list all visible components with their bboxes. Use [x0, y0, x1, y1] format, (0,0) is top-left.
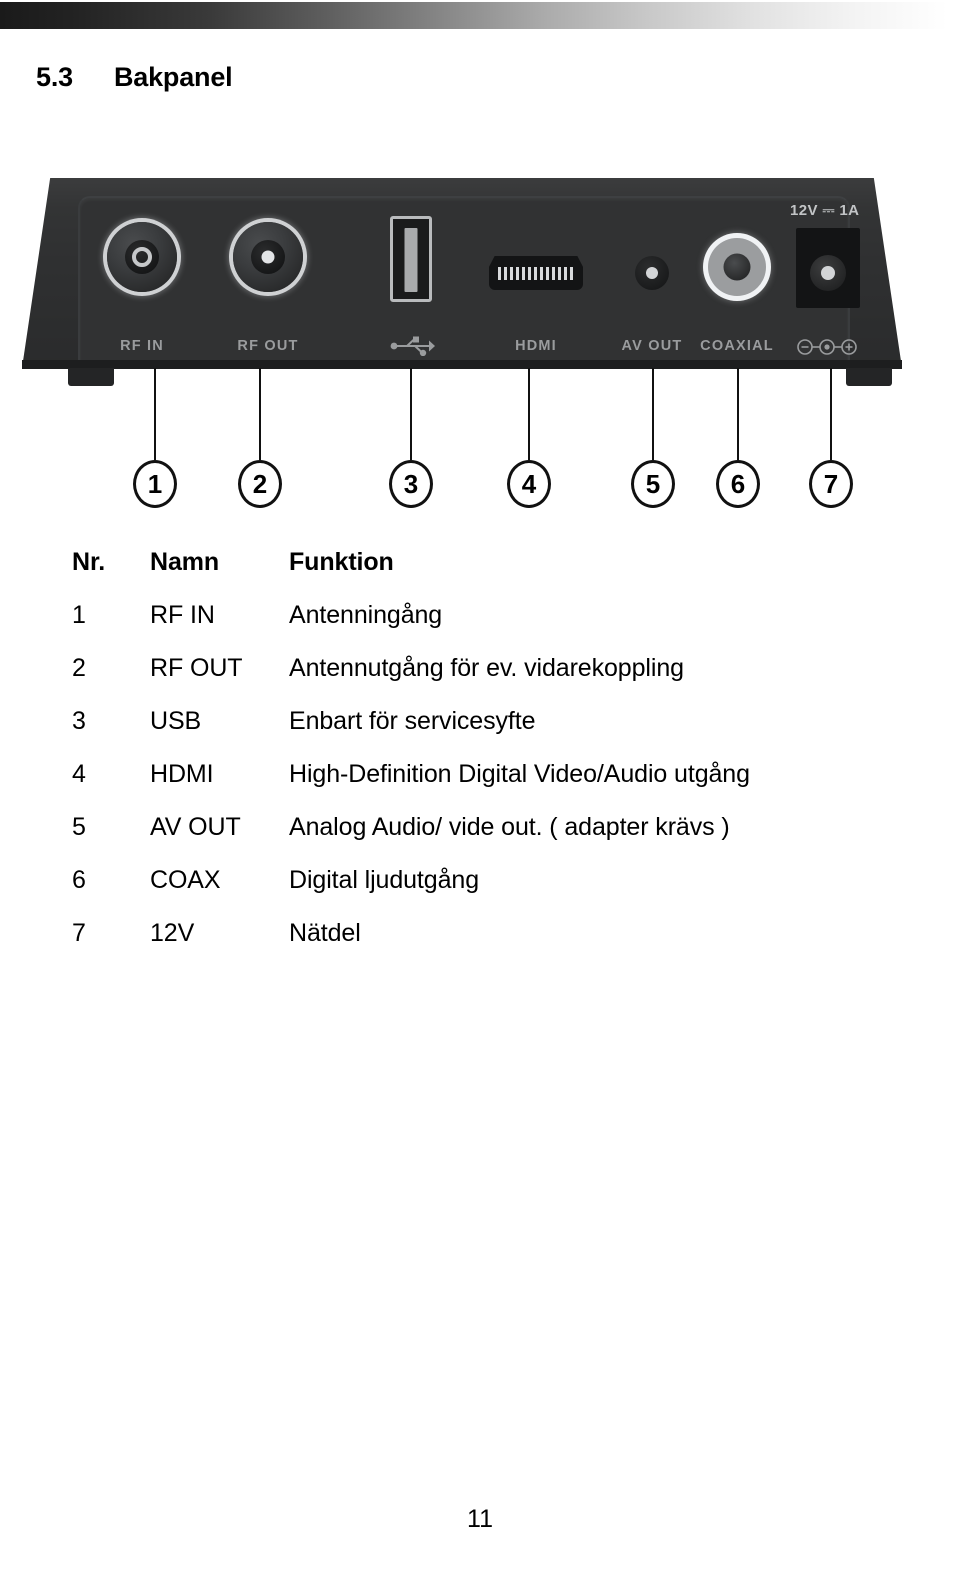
cell-nr: 2: [72, 654, 86, 682]
header-gradient-rule: [0, 2, 957, 29]
cell-function: Antennutgång för ev. vidarekoppling: [289, 654, 684, 682]
cell-function: Enbart för servicesyfte: [289, 707, 536, 735]
cell-function: High-Definition Digital Video/Audio utgå…: [289, 760, 750, 788]
cell-name: HDMI: [150, 760, 214, 788]
cell-name: RF IN: [150, 601, 215, 629]
page-number: 11: [467, 1505, 493, 1533]
table-row: 1 RF IN Antenningång: [72, 601, 940, 654]
cell-name: AV OUT: [150, 813, 241, 841]
section-title: Bakpanel: [114, 62, 233, 92]
table-header-function: Funktion: [289, 548, 394, 576]
table-header-nr: Nr.: [72, 548, 106, 576]
cell-nr: 7: [72, 919, 86, 947]
table-row: 6 COAX Digital ljudutgång: [72, 866, 940, 919]
table-header-name: Namn: [150, 548, 220, 576]
callout-leader-4: [528, 368, 530, 460]
table-row: 4 HDMI High-Definition Digital Video/Aud…: [72, 760, 940, 813]
table-row: 3 USB Enbart för servicesyfte: [72, 707, 940, 760]
cell-function: Nätdel: [289, 919, 361, 947]
callout-marker-3: 3: [389, 460, 433, 508]
cell-nr: 5: [72, 813, 86, 841]
cell-nr: 4: [72, 760, 86, 788]
cell-name: USB: [150, 707, 202, 735]
cell-name: COAX: [150, 866, 221, 894]
cell-function: Antenningång: [289, 601, 443, 629]
table-row: 7 12V Nätdel: [72, 919, 940, 972]
callout-marker-2: 2: [238, 460, 282, 508]
cell-nr: 1: [72, 601, 86, 629]
cell-nr: 3: [72, 707, 86, 735]
port-specification-table: Nr. Namn Funktion 1 RF IN Antenningång 2…: [72, 548, 940, 972]
callout-group: 1 2 3 4 5 6 7: [0, 178, 960, 538]
callout-marker-5: 5: [631, 460, 675, 508]
section-number: 5.3: [36, 62, 73, 92]
cell-function: Digital ljudutgång: [289, 866, 479, 894]
table-row: 5 AV OUT Analog Audio/ vide out. ( adapt…: [72, 813, 940, 866]
callout-leader-2: [259, 368, 261, 460]
table-header-row: Nr. Namn Funktion: [72, 548, 940, 601]
callout-marker-7: 7: [809, 460, 853, 508]
cell-name: 12V: [150, 919, 195, 947]
cell-function: Analog Audio/ vide out. ( adapter krävs …: [289, 813, 730, 841]
callout-marker-4: 4: [507, 460, 551, 508]
callout-leader-3: [410, 368, 412, 460]
callout-leader-5: [652, 368, 654, 460]
callout-leader-1: [154, 368, 156, 460]
callout-leader-6: [737, 368, 739, 460]
cell-name: RF OUT: [150, 654, 243, 682]
page-title: 5.3 Bakpanel: [36, 62, 636, 93]
callout-leader-7: [830, 368, 832, 460]
cell-nr: 6: [72, 866, 86, 894]
callout-marker-1: 1: [133, 460, 177, 508]
callout-marker-6: 6: [716, 460, 760, 508]
table-row: 2 RF OUT Antennutgång för ev. vidarekopp…: [72, 654, 940, 707]
